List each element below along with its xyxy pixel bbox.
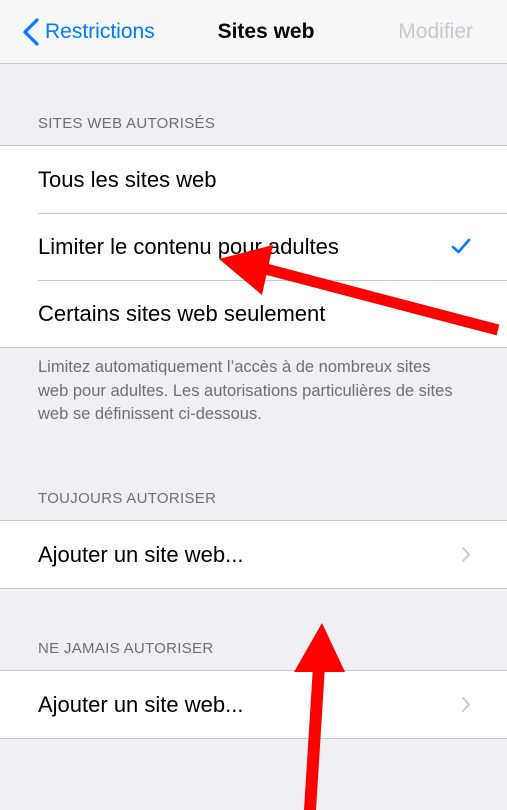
option-limit-adult-content[interactable]: Limiter le contenu pour adultes	[0, 213, 507, 280]
option-label: Tous les sites web	[38, 166, 217, 192]
add-website-label: Ajouter un site web...	[38, 541, 244, 567]
allowed-options-group: Tous les sites web Limiter le contenu po…	[0, 145, 507, 348]
option-specific-websites-only[interactable]: Certains sites web seulement	[0, 280, 507, 347]
chevron-right-icon	[462, 697, 470, 712]
checkmark-icon	[451, 238, 471, 254]
navigation-bar: Restrictions Sites web Modifier	[0, 0, 507, 64]
edit-button[interactable]: Modifier	[398, 14, 473, 50]
section-header-allowed: SITES WEB AUTORISÉS	[38, 115, 216, 132]
chevron-right-icon	[462, 547, 470, 562]
page-title: Sites web	[217, 20, 315, 43]
section-header-never-allow: NE JAMAIS AUTORISER	[38, 640, 214, 657]
add-website-label: Ajouter un site web...	[38, 691, 244, 717]
always-allow-add-website[interactable]: Ajouter un site web...	[0, 521, 507, 588]
always-allow-group: Ajouter un site web...	[0, 520, 507, 589]
section-header-always-allow: TOUJOURS AUTORISER	[38, 490, 217, 507]
section-footer-description: Limitez automatiquement l’accès à de nom…	[38, 358, 453, 423]
never-allow-add-website[interactable]: Ajouter un site web...	[0, 671, 507, 738]
option-label: Limiter le contenu pour adultes	[38, 233, 339, 259]
option-all-websites[interactable]: Tous les sites web	[0, 146, 507, 213]
never-allow-group: Ajouter un site web...	[0, 670, 507, 739]
option-label: Certains sites web seulement	[38, 300, 326, 326]
